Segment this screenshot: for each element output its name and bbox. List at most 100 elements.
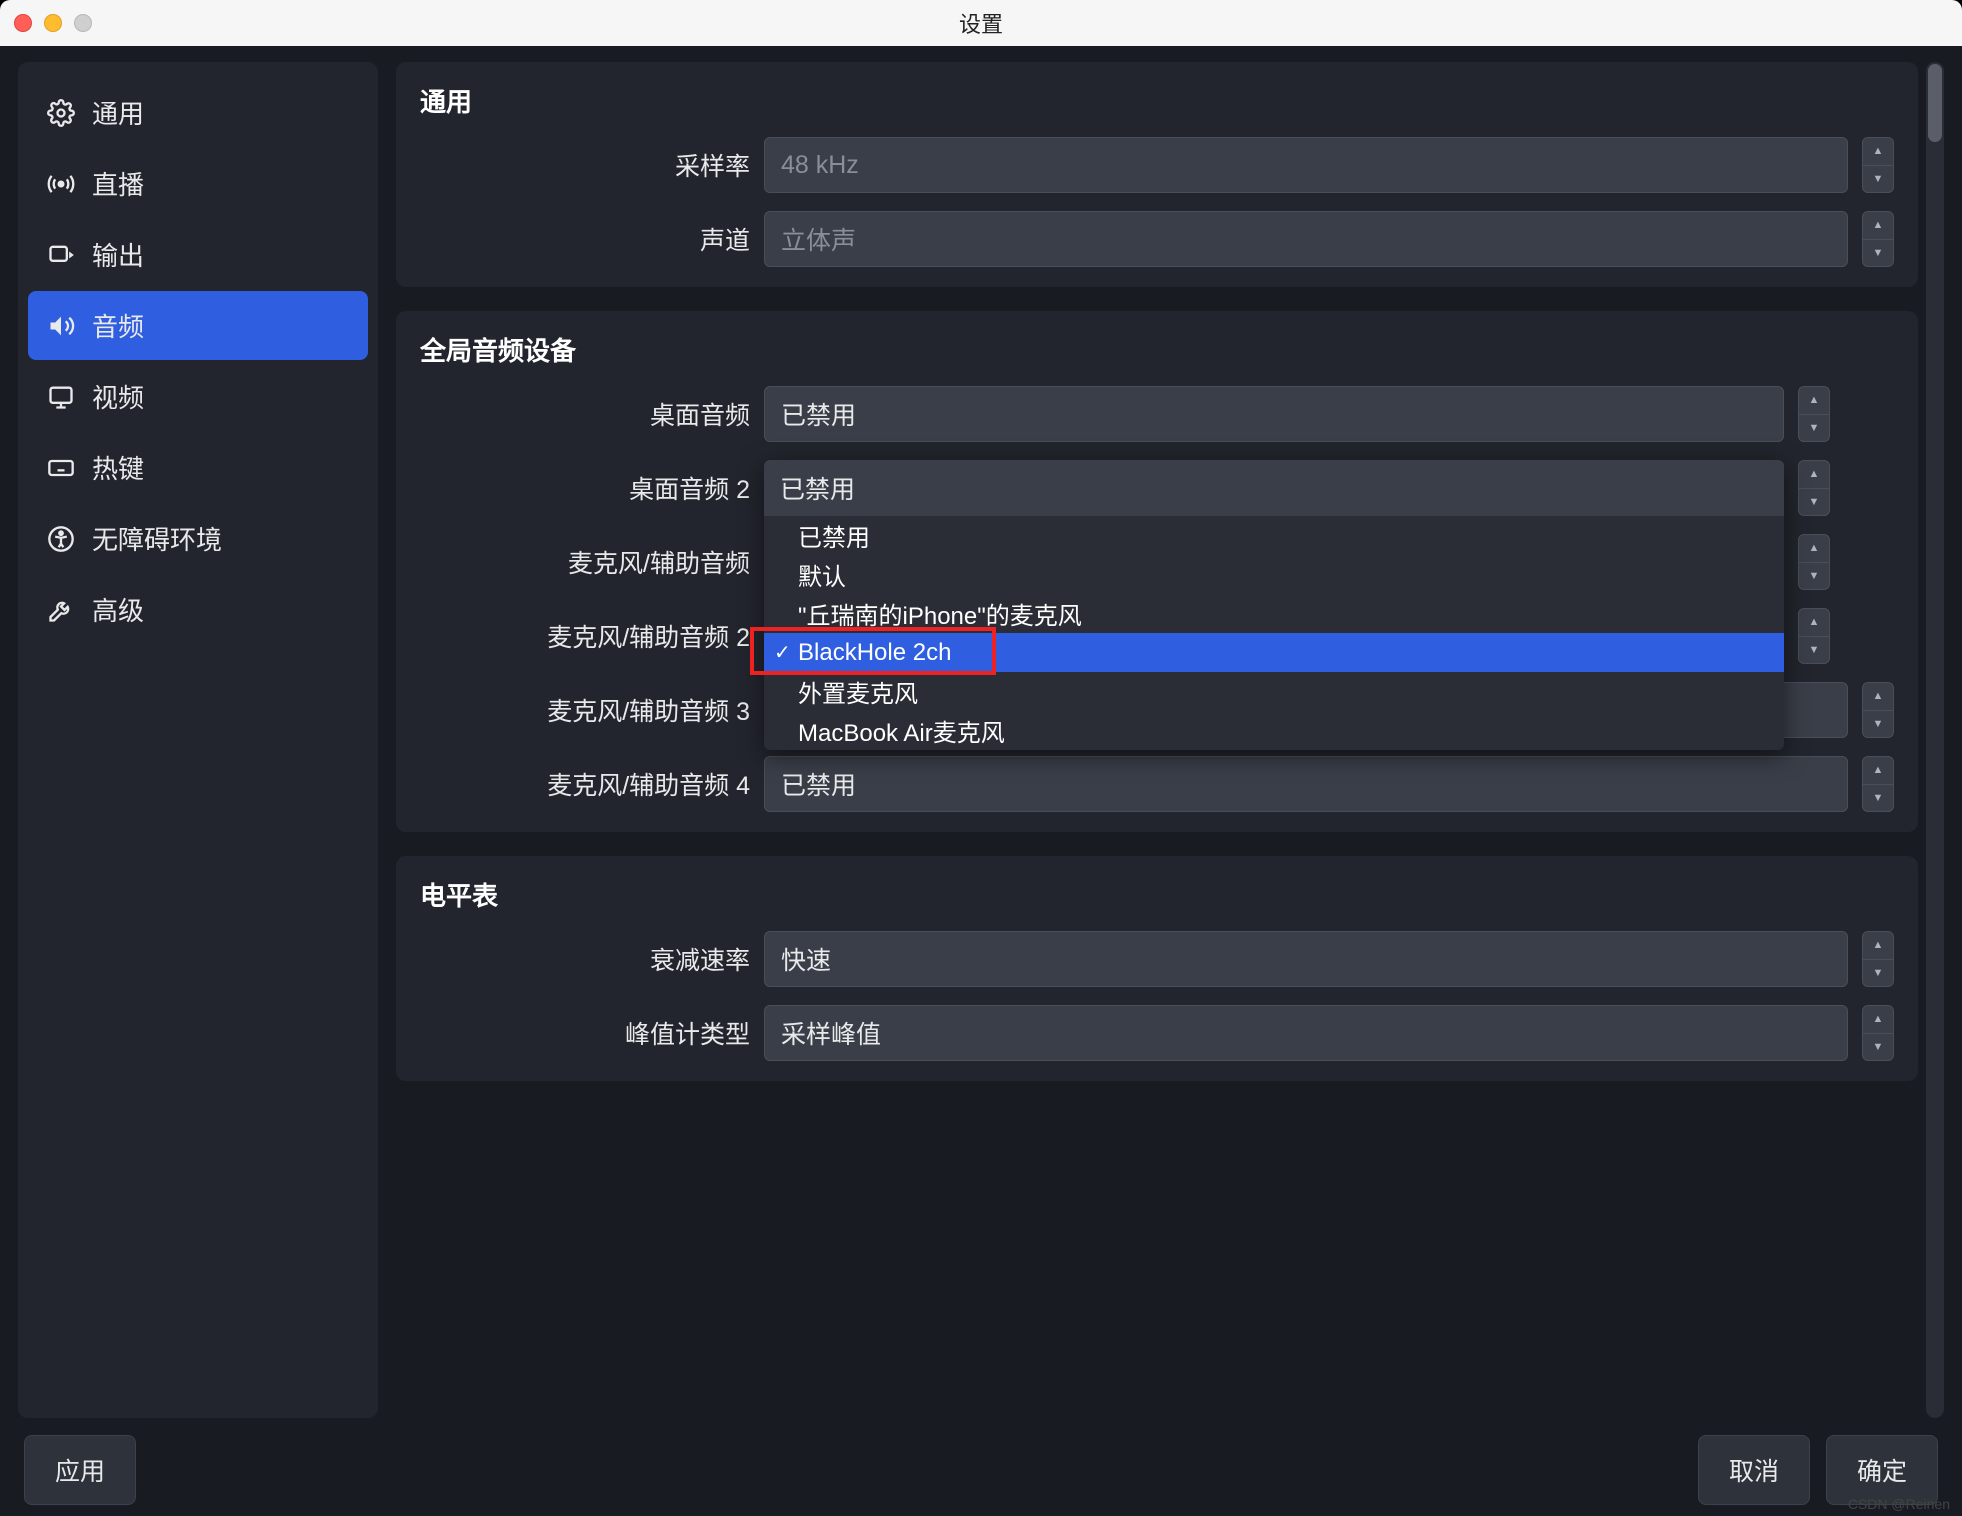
sidebar-item-label: 视频 [92,378,144,415]
panel-meters: 电平表 衰减速率 快速 ▲▼ 峰值计类型 采样峰值 ▲▼ [396,856,1918,1081]
panel-title-meters: 电平表 [420,876,1894,913]
audio-icon [46,311,76,341]
label-desktop-audio-2: 桌面音频 2 [420,470,750,506]
dropdown-item-selected[interactable]: ✓ BlackHole 2ch [764,633,1784,672]
sidebar-item-stream[interactable]: 直播 [28,149,368,218]
stepper-mic-aux-4[interactable]: ▲▼ [1862,756,1894,812]
sidebar-item-label: 热键 [92,449,144,486]
chevron-up-icon: ▲ [1863,683,1893,711]
label-channels: 声道 [420,221,750,257]
accessibility-icon [46,524,76,554]
dropdown-item[interactable]: 外置麦克风 [764,672,1784,711]
stepper-sample-rate[interactable]: ▲▼ [1862,137,1894,193]
chevron-down-icon: ▼ [1863,711,1893,738]
chevron-up-icon: ▲ [1863,138,1893,166]
label-desktop-audio: 桌面音频 [420,396,750,432]
window-controls [14,14,92,32]
watermark: CSDN @Reinen [1848,1496,1950,1512]
chevron-down-icon: ▼ [1863,960,1893,987]
chevron-up-icon: ▲ [1863,932,1893,960]
check-icon: ✓ [774,640,791,665]
sidebar-item-accessibility[interactable]: 无障碍环境 [28,504,368,573]
sidebar-item-general[interactable]: 通用 [28,78,368,147]
tools-icon [46,595,76,625]
select-peak-type[interactable]: 采样峰值 [764,1005,1848,1061]
chevron-down-icon: ▼ [1799,415,1829,442]
panel-title-devices: 全局音频设备 [420,331,1894,368]
stepper-decay-rate[interactable]: ▲▼ [1862,931,1894,987]
sidebar: 通用 直播 输出 音频 [18,62,378,1418]
sidebar-item-audio[interactable]: 音频 [28,291,368,360]
chevron-up-icon: ▲ [1863,1006,1893,1034]
keyboard-icon [46,453,76,483]
cancel-button[interactable]: 取消 [1698,1435,1810,1505]
chevron-up-icon: ▲ [1799,535,1829,563]
minimize-button[interactable] [44,14,62,32]
chevron-down-icon: ▼ [1863,240,1893,267]
chevron-up-icon: ▲ [1863,757,1893,785]
stepper-mic-aux-3[interactable]: ▲▼ [1862,682,1894,738]
gear-icon [46,98,76,128]
stepper-channels[interactable]: ▲▼ [1862,211,1894,267]
sidebar-item-label: 输出 [92,236,144,273]
sidebar-item-label: 通用 [92,94,144,131]
dropdown-item[interactable]: 默认 [764,555,1784,594]
antenna-icon [46,169,76,199]
dropdown-header[interactable]: 已禁用 [764,460,1784,516]
chevron-up-icon: ▲ [1799,609,1829,637]
label-mic-aux-2: 麦克风/辅助音频 2 [420,618,750,654]
chevron-up-icon: ▲ [1799,387,1829,415]
chevron-down-icon: ▼ [1863,785,1893,812]
label-mic-aux-4: 麦克风/辅助音频 4 [420,766,750,802]
close-button[interactable] [14,14,32,32]
monitor-icon [46,382,76,412]
sidebar-item-label: 音频 [92,307,144,344]
chevron-down-icon: ▼ [1799,637,1829,664]
panel-title-general: 通用 [420,82,1894,119]
label-decay-rate: 衰减速率 [420,941,750,977]
sidebar-item-hotkeys[interactable]: 热键 [28,433,368,502]
panel-general: 通用 采样率 48 kHz ▲▼ 声道 立体声 ▲▼ [396,62,1918,287]
select-channels[interactable]: 立体声 [764,211,1848,267]
chevron-up-icon: ▲ [1863,212,1893,240]
stepper-peak-type[interactable]: ▲▼ [1862,1005,1894,1061]
dropdown-desktop-audio-2[interactable]: 已禁用 已禁用 默认 "丘瑞南的iPhone"的麦克风 ✓ BlackHole … [764,460,1784,750]
label-mic-aux: 麦克风/辅助音频 [420,544,750,580]
dropdown-item[interactable]: "丘瑞南的iPhone"的麦克风 [764,594,1784,633]
sidebar-item-video[interactable]: 视频 [28,362,368,431]
window-title: 设置 [0,7,1962,39]
select-decay-rate[interactable]: 快速 [764,931,1848,987]
scrollbar-thumb[interactable] [1928,64,1942,142]
ok-button[interactable]: 确定 [1826,1435,1938,1505]
select-mic-aux-4[interactable]: 已禁用 [764,756,1848,812]
label-sample-rate: 采样率 [420,147,750,183]
scrollbar[interactable] [1926,62,1944,1418]
titlebar: 设置 [0,0,1962,46]
stepper-desktop-audio[interactable]: ▲▼ [1798,386,1830,442]
chevron-down-icon: ▼ [1799,489,1829,516]
maximize-button[interactable] [74,14,92,32]
select-sample-rate[interactable]: 48 kHz [764,137,1848,193]
chevron-down-icon: ▼ [1863,166,1893,193]
content: 通用 采样率 48 kHz ▲▼ 声道 立体声 ▲▼ [396,62,1918,1418]
chevron-down-icon: ▼ [1799,563,1829,590]
panel-devices: 全局音频设备 桌面音频 已禁用 ▲▼ 桌面音频 2 [396,311,1918,832]
sidebar-item-output[interactable]: 输出 [28,220,368,289]
sidebar-item-advanced[interactable]: 高级 [28,575,368,644]
sidebar-item-label: 高级 [92,591,144,628]
footer: 应用 取消 确定 [18,1418,1944,1504]
stepper-mic-aux[interactable]: ▲▼ [1798,534,1830,590]
label-mic-aux-3: 麦克风/辅助音频 3 [420,692,750,728]
chevron-up-icon: ▲ [1799,461,1829,489]
dropdown-item[interactable]: 已禁用 [764,516,1784,555]
chevron-down-icon: ▼ [1863,1034,1893,1061]
select-desktop-audio[interactable]: 已禁用 [764,386,1784,442]
label-peak-type: 峰值计类型 [420,1015,750,1051]
stepper-mic-aux-2[interactable]: ▲▼ [1798,608,1830,664]
sidebar-item-label: 直播 [92,165,144,202]
output-icon [46,240,76,270]
sidebar-item-label: 无障碍环境 [92,520,222,557]
dropdown-item[interactable]: MacBook Air麦克风 [764,711,1784,750]
apply-button[interactable]: 应用 [24,1435,136,1505]
stepper-desktop-audio-2[interactable]: ▲▼ [1798,460,1830,516]
